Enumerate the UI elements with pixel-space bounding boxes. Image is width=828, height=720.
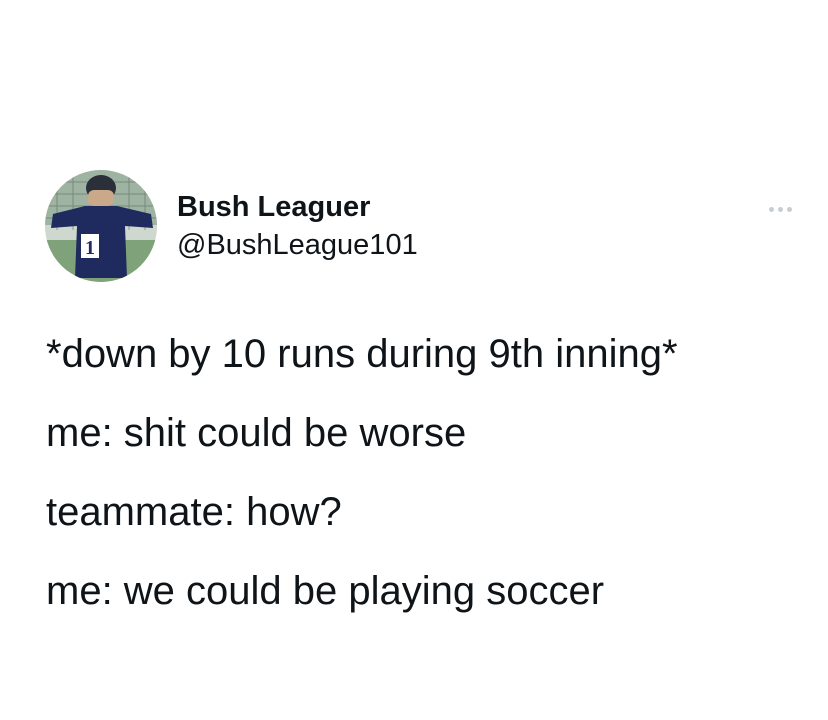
author-handle[interactable]: @BushLeague101	[177, 228, 418, 262]
tweet-text: *down by 10 runs during 9th inning* me: …	[46, 330, 806, 646]
more-options-button[interactable]	[760, 198, 800, 220]
more-horizontal-icon	[768, 206, 774, 212]
tweet-line: me: we could be playing soccer	[46, 569, 605, 613]
avatar-photo: 1	[45, 170, 157, 282]
more-horizontal-icon	[777, 206, 783, 212]
more-horizontal-icon	[786, 206, 792, 212]
tweet-card: 1 Bush Leaguer @BushLeague101 *down by 1…	[0, 0, 828, 720]
author-display-name[interactable]: Bush Leaguer	[177, 190, 370, 224]
tweet-line: me: shit could be worse	[46, 411, 467, 455]
avatar[interactable]: 1	[45, 170, 157, 282]
tweet-line: teammate: how?	[46, 490, 342, 534]
tweet-line: *down by 10 runs during 9th inning*	[46, 332, 678, 376]
avatar-jersey-number: 1	[85, 237, 95, 259]
